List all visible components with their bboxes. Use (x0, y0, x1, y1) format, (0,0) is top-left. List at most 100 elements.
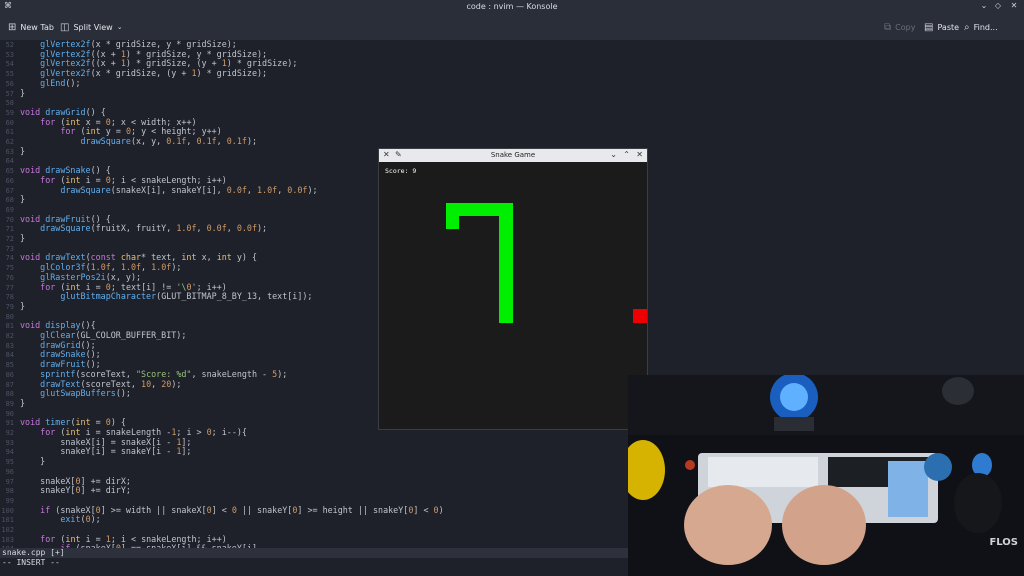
score-text: Score: 9 (385, 167, 417, 175)
snake-game-window[interactable]: ✕ ✎ Snake Game ⌄ ⌃ ✕ Score: 9 (378, 148, 648, 430)
minimize-icon[interactable]: ⌄ (610, 150, 617, 159)
code-text: glEnd(); (40, 77, 81, 88)
paste-button[interactable]: ▤ Paste (924, 20, 959, 34)
new-tab-button[interactable]: ⊞ New Tab (8, 20, 54, 34)
code-text: snakeX[0] += dirX; (20, 475, 131, 486)
code-text: exit(0); (60, 514, 101, 525)
code-line[interactable]: 101 exit(0); (0, 514, 101, 525)
webcam-overlay: FLOS (628, 375, 1024, 576)
snake-game-titlebar[interactable]: ✕ ✎ Snake Game ⌄ ⌃ ✕ (379, 149, 647, 162)
code-line[interactable]: 89} (0, 397, 26, 409)
code-text: void drawSnake() { (20, 165, 111, 176)
copy-label: Copy (895, 22, 916, 32)
code-line[interactable]: 73 (0, 244, 20, 254)
webcam-brand-logo: FLOS (989, 537, 1018, 548)
code-text: glutSwapBuffers(); (40, 388, 131, 399)
find-label: Find... (973, 22, 998, 32)
code-text: } (20, 397, 26, 408)
code-line[interactable]: 64 (0, 156, 20, 166)
code-text: } (20, 87, 26, 98)
code-text: glColor3f(1.0f, 1.0f, 1.0f); (40, 262, 182, 273)
code-text: for (int i = 1; i < snakeLength; i++) (40, 533, 227, 544)
snake-body (446, 203, 459, 229)
code-text: for (int y = 0; y < height; y++) (60, 126, 222, 137)
editor-empty-area[interactable] (628, 40, 1024, 375)
code-line[interactable]: 58 (0, 98, 20, 108)
find-button[interactable]: ⌕ Find... (964, 20, 998, 34)
window-titlebar[interactable]: ⌘ code : nvim — Konsole ⌄ ◇ ✕ (0, 0, 1024, 14)
code-text: drawSquare(snakeX[i], snakeY[i], 0.0f, 1… (60, 184, 318, 195)
code-line[interactable]: 71 drawSquare(fruitX, fruitY, 1.0f, 0.0f… (0, 223, 268, 234)
code-text: glVertex2f(x * gridSize, y * gridSize); (40, 39, 237, 49)
code-text: void timer(int = 0) { (20, 417, 126, 428)
code-line[interactable]: 98 snakeY[0] += dirY; (0, 485, 131, 496)
code-line[interactable]: 72} (0, 233, 25, 244)
code-text: drawSquare(fruitX, fruitY, 1.0f, 0.0f, 0… (40, 223, 268, 234)
code-line[interactable]: 95 } (0, 456, 46, 467)
code-text: snakeY[0] += dirY; (20, 485, 131, 496)
split-view-label: Split View (73, 22, 113, 32)
code-text: glVertex2f((x + 1) * gridSize, (y + 1) *… (40, 58, 298, 69)
code-text: glutBitmapCharacter(GLUT_BITMAP_8_BY_13,… (60, 291, 313, 302)
code-line[interactable]: 96 (0, 467, 20, 477)
vim-statusline: snake.cpp [+] (0, 548, 630, 558)
close-icon[interactable]: ✕ (636, 150, 643, 159)
code-text: void drawText(const char* text, int x, i… (20, 252, 258, 263)
code-text: glVertex2f(x * gridSize, (y + 1) * gridS… (40, 68, 268, 79)
code-line[interactable]: 69 (0, 205, 20, 215)
code-text: } (20, 300, 26, 311)
split-view-icon: ◫ (60, 21, 70, 33)
webcam-keyboard-image (628, 375, 1024, 576)
vim-mode-indicator: -- INSERT -- (0, 558, 630, 576)
code-line[interactable]: 68} (0, 194, 26, 205)
code-text: glRasterPos2i(x, y); (40, 271, 142, 282)
code-text: for (int x = 0; x < width; x++) (40, 116, 197, 127)
code-text: void display(){ (20, 320, 96, 331)
code-text: for (int i = 0; text[i] != '\0'; i++) (40, 281, 227, 292)
copy-icon: ⧉ (884, 21, 892, 33)
code-text: } (20, 145, 26, 156)
code-text: glVertex2f((x + 1) * gridSize, y * gridS… (40, 48, 268, 59)
code-line[interactable]: 79} (0, 300, 26, 312)
code-text: snakeY[i] = snakeY[i - 1]; (20, 446, 192, 457)
new-tab-label: New Tab (20, 22, 54, 32)
maximize-icon[interactable]: ◇ (992, 1, 1004, 10)
snake-game-title: Snake Game (490, 151, 536, 159)
maximize-icon[interactable]: ⌃ (623, 150, 630, 159)
search-icon: ⌕ (964, 21, 970, 33)
split-view-button[interactable]: ◫ Split View ⌄ (60, 20, 123, 34)
code-line[interactable]: 56 glEnd(); (0, 77, 81, 89)
konsole-toolbar: ⊞ New Tab ◫ Split View ⌄ ⧉ Copy ▤ Paste … (0, 14, 1024, 41)
snake-game-canvas[interactable]: Score: 9 (379, 162, 647, 429)
copy-button[interactable]: ⧉ Copy (884, 20, 915, 34)
minimize-icon[interactable]: ⌄ (978, 1, 990, 10)
code-text: void drawGrid() { (20, 106, 106, 117)
new-tab-icon: ⊞ (8, 21, 17, 33)
code-line[interactable]: 62 drawSquare(x, y, 0.1f, 0.1f, 0.1f); (0, 136, 258, 147)
code-text: drawText(scoreText, 10, 20); (40, 378, 182, 389)
code-text: for (int i = 0; i < snakeLength; i++) (40, 174, 227, 185)
close-icon[interactable]: ✕ (1008, 1, 1020, 10)
code-text: for (int i = snakeLength -1; i > 0; i--)… (40, 427, 247, 437)
code-line[interactable]: 57} (0, 87, 26, 99)
window-title: code : nvim — Konsole (466, 2, 558, 11)
code-text: sprintf(scoreText, "Score: %d", snakeLen… (40, 368, 288, 379)
code-line[interactable]: 99 (0, 496, 20, 506)
code-text: drawSquare(x, y, 0.1f, 0.1f, 0.1f); (80, 136, 258, 146)
code-text: snakeX[i] = snakeX[i - 1]; (20, 436, 192, 447)
code-line[interactable]: 78 glutBitmapCharacter(GLUT_BITMAP_8_BY_… (0, 291, 313, 302)
code-text: if (snakeX[0] >= width || snakeX[0] < 0 … (40, 504, 444, 515)
code-text: } (20, 456, 46, 467)
code-line[interactable]: 80 (0, 312, 20, 322)
code-line[interactable]: 63} (0, 145, 26, 157)
code-text: drawGrid(); (40, 339, 96, 350)
code-line[interactable]: 102 (0, 525, 20, 535)
code-text: } (20, 194, 26, 205)
code-text: glClear(GL_COLOR_BUFFER_BIT); (40, 330, 187, 340)
code-line[interactable]: 67 drawSquare(snakeX[i], snakeY[i], 0.0f… (0, 184, 318, 196)
paste-icon: ▤ (924, 21, 934, 33)
chevron-down-icon: ⌄ (116, 23, 123, 31)
code-line[interactable]: 90 (0, 409, 20, 419)
paste-label: Paste (937, 22, 960, 32)
fruit (633, 309, 647, 323)
